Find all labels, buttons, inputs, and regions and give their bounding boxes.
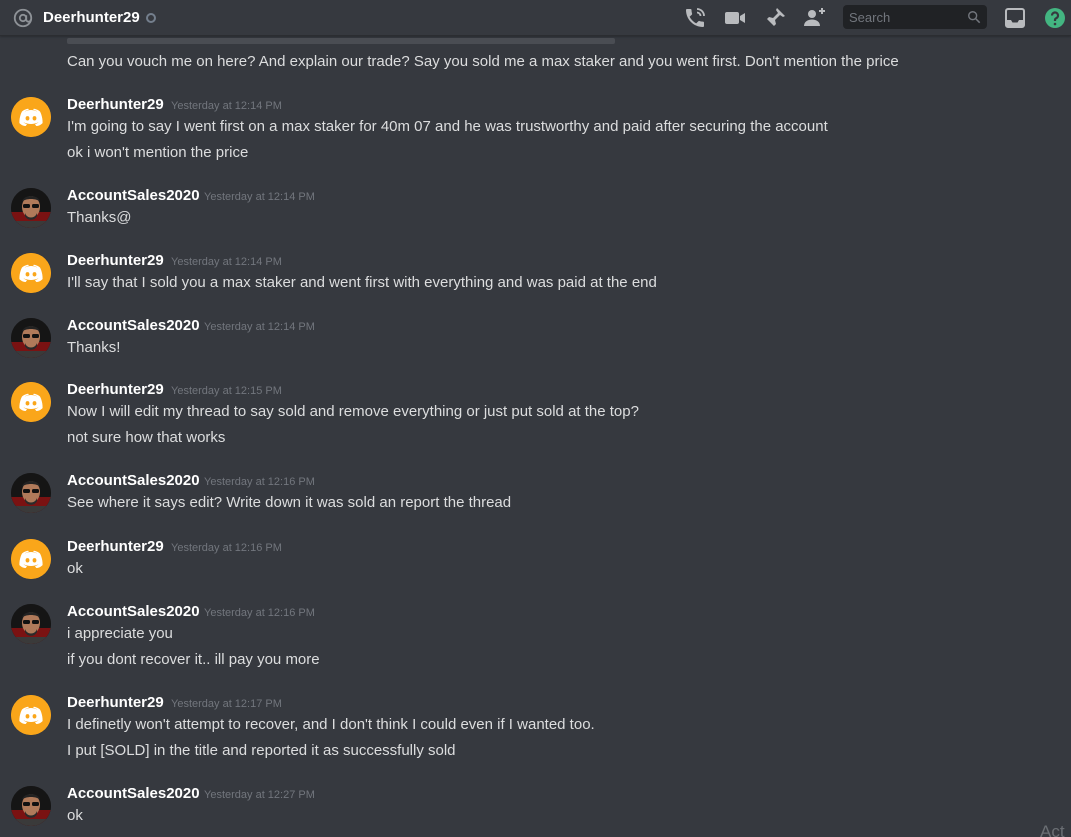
avatar[interactable] [11,786,51,826]
status-offline-icon [146,13,156,23]
search-icon [968,11,981,24]
message-text: ok [67,807,83,824]
avatar[interactable] [11,473,51,513]
message-timestamp: Yesterday at 12:14 PM [204,321,315,333]
at-icon [13,8,33,28]
message-author[interactable]: Deerhunter29 [67,381,164,398]
message-author[interactable]: AccountSales2020 [67,603,200,620]
discord-logo-icon[interactable] [11,382,51,422]
message-text: Thanks@ [67,209,132,226]
message-text: ok i won't mention the price [67,144,249,161]
message-text: Thanks! [67,339,121,356]
message-text: See where it says edit? Write down it wa… [67,494,512,511]
call-icon[interactable] [683,6,707,30]
channel-header: Deerhunter29 Search [0,0,1071,36]
message-text: if you dont recover it.. ill pay you mor… [67,651,320,668]
message-text: I definetly won't attempt to recover, an… [67,716,595,733]
message-timestamp: Yesterday at 12:17 PM [171,698,282,710]
inbox-icon[interactable] [1003,6,1027,30]
search-input[interactable]: Search [843,5,987,29]
video-icon[interactable] [723,6,747,30]
message-author[interactable]: Deerhunter29 [67,538,164,555]
message-author[interactable]: Deerhunter29 [67,252,164,269]
message-timestamp: Yesterday at 12:27 PM [204,789,315,801]
message-timestamp: Yesterday at 12:16 PM [204,607,315,619]
discord-logo-icon[interactable] [11,97,51,137]
message-text: not sure how that works [67,429,226,446]
avatar[interactable] [11,604,51,644]
message-text: I'll say that I sold you a max staker an… [67,274,657,291]
help-icon[interactable] [1043,6,1067,30]
message-timestamp: Yesterday at 12:14 PM [171,100,282,112]
message-text: i appreciate you [67,625,173,642]
message-text: I'm going to say I went first on a max s… [67,118,828,135]
message-author[interactable]: AccountSales2020 [67,785,200,802]
message-timestamp: Yesterday at 12:16 PM [171,542,282,554]
avatar[interactable] [11,188,51,228]
search-placeholder: Search [849,10,891,25]
message-text: I put [SOLD] in the title and reported i… [67,742,456,759]
message-timestamp: Yesterday at 12:14 PM [171,256,282,268]
channel-name: Deerhunter29 [43,9,140,26]
activation-watermark: Act [1040,822,1065,837]
message-author[interactable]: AccountSales2020 [67,187,200,204]
message-author[interactable]: Deerhunter29 [67,96,164,113]
discord-logo-icon[interactable] [11,695,51,735]
avatar[interactable] [11,318,51,358]
previous-message-embed [67,38,615,44]
pin-icon[interactable] [763,6,787,30]
message-timestamp: Yesterday at 12:15 PM [171,385,282,397]
message-author[interactable]: AccountSales2020 [67,317,200,334]
message-author[interactable]: Deerhunter29 [67,694,164,711]
message-timestamp: Yesterday at 12:16 PM [204,476,315,488]
discord-logo-icon[interactable] [11,539,51,579]
message-text: Can you vouch me on here? And explain ou… [67,53,899,70]
message-author[interactable]: AccountSales2020 [67,472,200,489]
message-text: Now I will edit my thread to say sold an… [67,403,639,420]
message-text: ok [67,560,83,577]
message-timestamp: Yesterday at 12:14 PM [204,191,315,203]
add-member-icon[interactable] [803,6,827,30]
discord-logo-icon[interactable] [11,253,51,293]
